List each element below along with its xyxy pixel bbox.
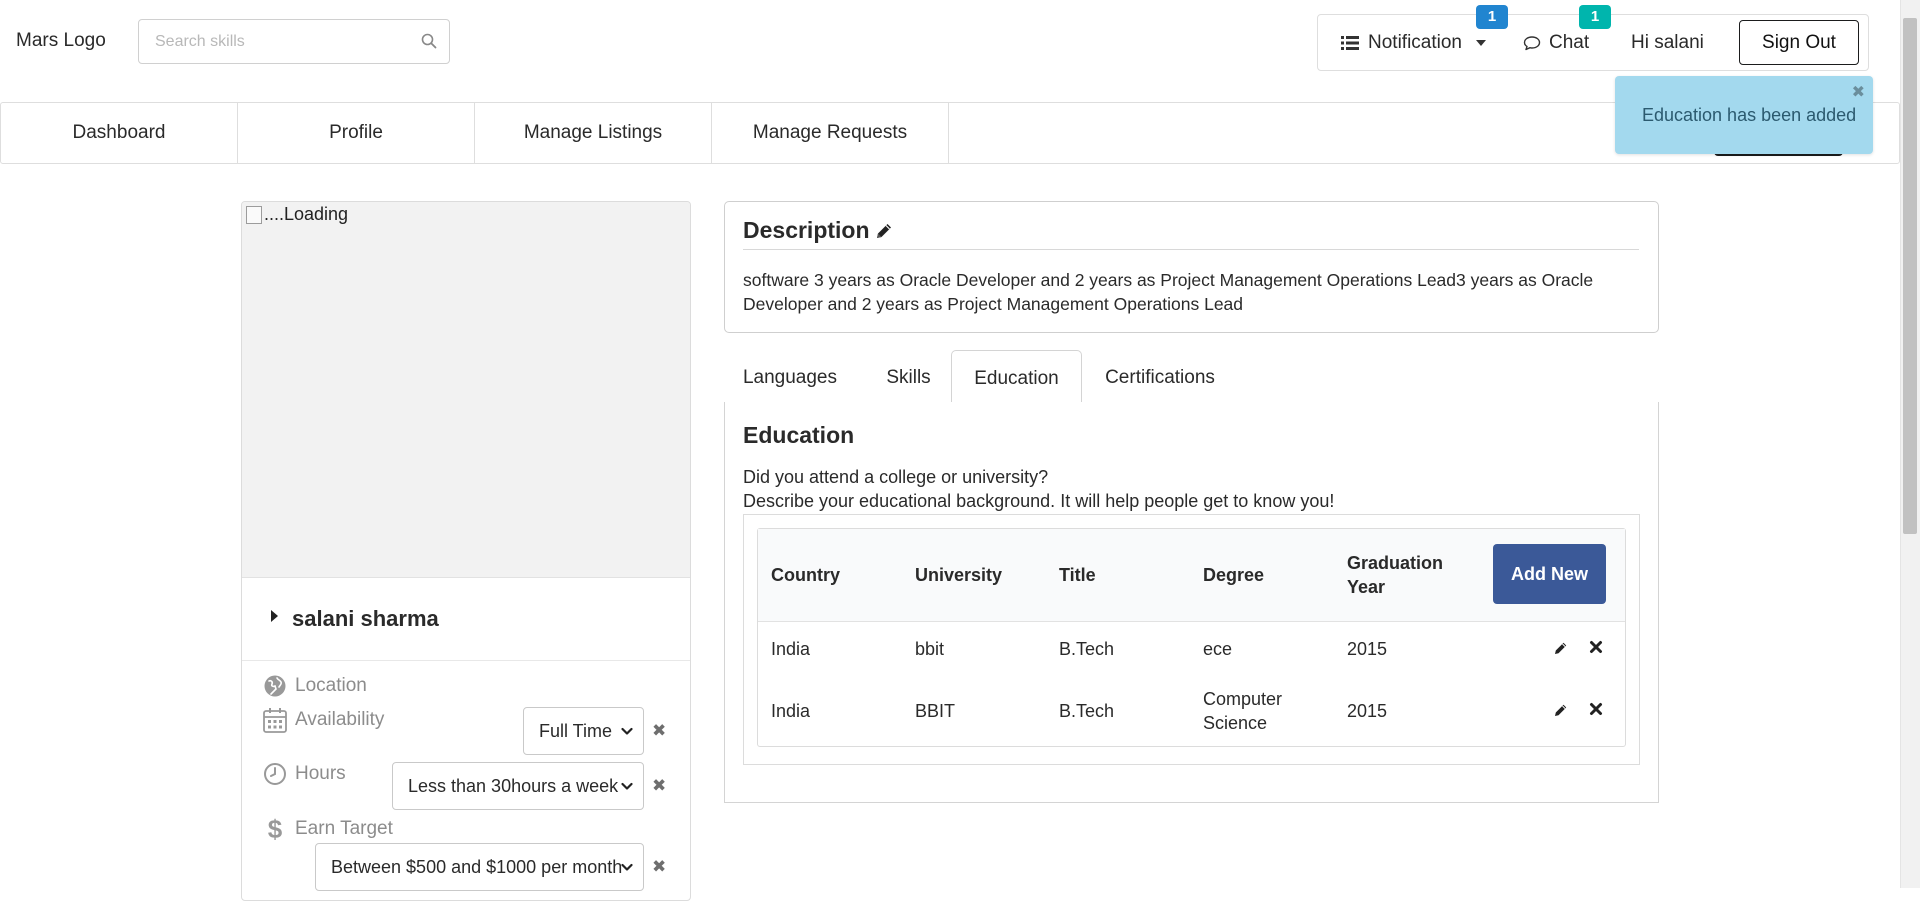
- list-icon: [1341, 35, 1359, 51]
- toast-notification: ✖ Education has been added: [1615, 76, 1873, 154]
- notification-label: Notification: [1368, 31, 1462, 53]
- earn-target-label: Earn Target: [295, 818, 393, 839]
- earn-target-value: Between $500 and $1000 per month: [331, 856, 623, 877]
- remove-earn-target-icon[interactable]: ✖: [652, 857, 666, 877]
- availability-select[interactable]: Full Time: [523, 707, 644, 755]
- chat-count-badge: 1: [1579, 5, 1611, 29]
- profile-name: salani sharma: [292, 606, 439, 631]
- chevron-down-icon: [621, 782, 633, 791]
- scrollbar-thumb[interactable]: [1903, 18, 1917, 534]
- location-label: Location: [295, 675, 367, 696]
- description-title: Description: [743, 217, 870, 243]
- caret-down-icon: [1475, 39, 1487, 47]
- earn-target-row[interactable]: $ Earn Target: [263, 814, 393, 844]
- column-header-graduation-year: Graduation Year: [1347, 553, 1444, 597]
- remove-hours-icon[interactable]: ✖: [652, 776, 666, 796]
- edit-pencil-icon[interactable]: [1553, 640, 1569, 656]
- tab-certifications[interactable]: Certifications: [1082, 350, 1238, 403]
- edit-pencil-icon[interactable]: [1553, 702, 1569, 718]
- user-greeting: Hi salani: [1631, 32, 1704, 53]
- location-row[interactable]: Location: [263, 674, 367, 698]
- cell-year: 2015: [1347, 701, 1388, 721]
- chat-label: Chat: [1549, 31, 1590, 53]
- notification-dropdown[interactable]: Notification: [1341, 15, 1487, 70]
- notification-count-badge: 1: [1476, 5, 1508, 29]
- description-card: Description software 3 years as Oracle D…: [724, 201, 1659, 333]
- tab-education[interactable]: Education: [951, 350, 1082, 404]
- profile-name-row[interactable]: salani sharma: [242, 579, 690, 661]
- table-header: Country University Title Degree Graduati…: [758, 529, 1625, 622]
- chevron-down-icon: [621, 863, 633, 872]
- toast-message: Education has been added: [1642, 105, 1857, 125]
- image-alt-text: ....Loading: [246, 204, 348, 225]
- availability-row[interactable]: Availability: [263, 707, 384, 733]
- hours-value: Less than 30hours a week: [408, 775, 619, 796]
- nav-item-manage-requests[interactable]: Manage Requests: [712, 103, 949, 163]
- chevron-down-icon: [621, 727, 633, 736]
- clock-icon: [263, 762, 287, 786]
- dollar-icon: $: [267, 814, 283, 844]
- description-text: software 3 years as Oracle Developer and…: [743, 270, 1594, 314]
- earn-target-select[interactable]: Between $500 and $1000 per month: [315, 843, 644, 891]
- cell-degree: Computer Science: [1203, 689, 1283, 733]
- caret-right-icon[interactable]: [270, 609, 279, 623]
- education-title: Education: [743, 422, 855, 448]
- education-table: Country University Title Degree Graduati…: [757, 528, 1626, 747]
- availability-value: Full Time: [539, 720, 613, 741]
- hours-label: Hours: [295, 763, 346, 784]
- image-loading-text: ....Loading: [264, 204, 349, 224]
- remove-availability-icon[interactable]: ✖: [652, 721, 666, 741]
- cell-title: B.Tech: [1059, 701, 1115, 721]
- column-header-degree: Degree: [1203, 565, 1265, 585]
- cell-title: B.Tech: [1059, 639, 1115, 659]
- delete-x-icon[interactable]: [1589, 640, 1603, 654]
- availability-label: Availability: [295, 709, 385, 730]
- search-icon[interactable]: [421, 33, 437, 49]
- cell-country: India: [771, 701, 811, 721]
- education-subtitle-2: Describe your educational background. It…: [743, 491, 1335, 511]
- broken-image-icon: [246, 205, 262, 224]
- chat-bubble-icon: [1523, 35, 1541, 51]
- search-input[interactable]: [139, 20, 399, 63]
- cell-year: 2015: [1347, 639, 1388, 659]
- cell-degree: ece: [1203, 639, 1233, 659]
- delete-x-icon[interactable]: [1589, 702, 1603, 716]
- hours-row[interactable]: Hours: [263, 762, 346, 786]
- profile-image: ....Loading: [242, 202, 690, 578]
- hours-select[interactable]: Less than 30hours a week: [392, 762, 644, 810]
- description-header: Description: [743, 217, 894, 244]
- tab-languages[interactable]: Languages: [724, 350, 856, 403]
- sign-out-button[interactable]: Sign Out: [1739, 20, 1859, 65]
- column-header-university: University: [915, 565, 1003, 585]
- education-subtitle-1: Did you attend a college or university?: [743, 467, 1049, 487]
- close-icon[interactable]: ✖: [1852, 82, 1865, 102]
- cell-country: India: [771, 639, 811, 659]
- profile-tabs: Languages Skills Education Certification…: [724, 350, 1659, 404]
- cell-university: bbit: [915, 639, 945, 659]
- column-header-country: Country: [771, 565, 840, 585]
- search-box: [138, 19, 450, 64]
- pencil-icon[interactable]: [874, 221, 894, 241]
- education-panel: Education Did you attend a college or un…: [724, 402, 1659, 803]
- site-logo[interactable]: Mars Logo: [16, 30, 106, 52]
- calendar-icon: [263, 707, 287, 733]
- nav-item-dashboard[interactable]: Dashboard: [1, 103, 238, 163]
- education-table-frame: Country University Title Degree Graduati…: [743, 514, 1640, 765]
- cell-university: BBIT: [915, 701, 956, 721]
- profile-card: ....Loading salani sharma Location Avail…: [241, 201, 691, 901]
- description-divider: [743, 249, 1639, 250]
- globe-icon: [263, 674, 287, 698]
- tab-skills[interactable]: Skills: [856, 350, 961, 403]
- nav-item-profile[interactable]: Profile: [238, 103, 475, 163]
- add-new-button[interactable]: Add New: [1493, 544, 1606, 604]
- nav-item-manage-listings[interactable]: Manage Listings: [475, 103, 712, 163]
- column-header-title: Title: [1059, 565, 1096, 585]
